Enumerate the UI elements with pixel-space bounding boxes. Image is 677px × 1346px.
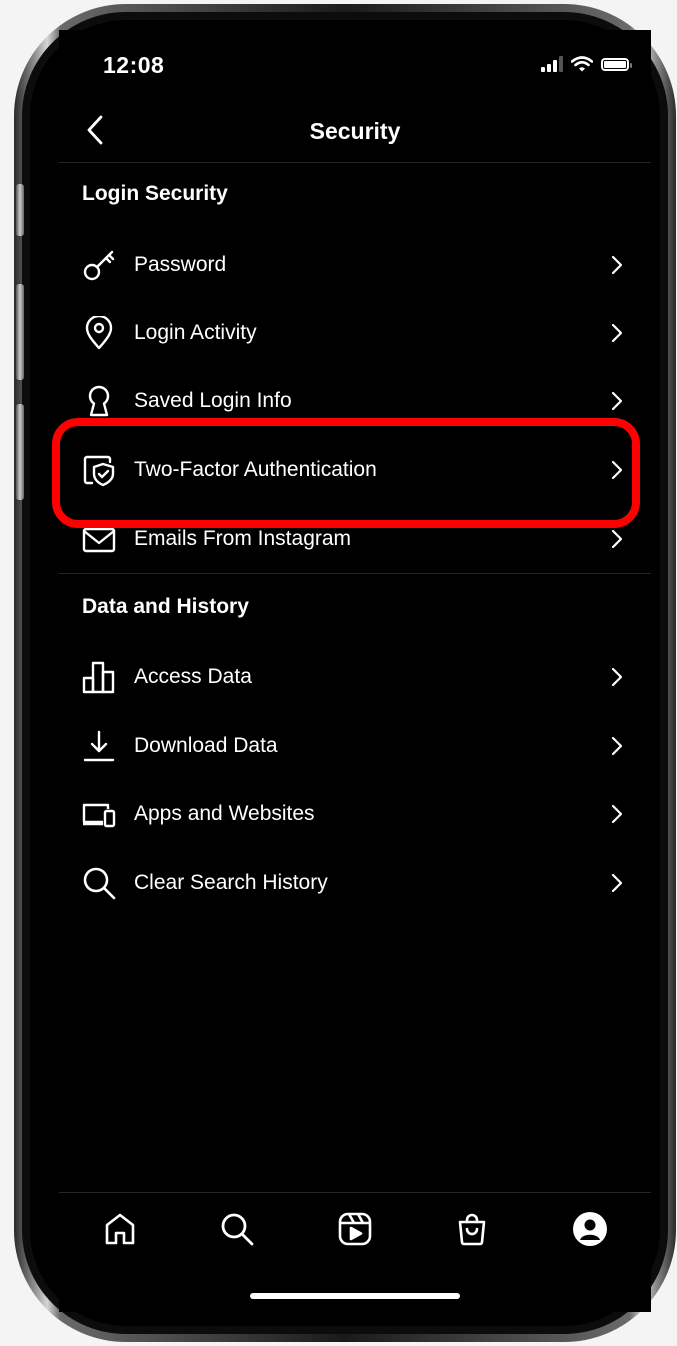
bottom-tab-bar — [59, 1192, 651, 1312]
location-pin-icon — [81, 315, 117, 351]
chevron-right-icon — [611, 255, 623, 275]
menu-item-label: Apps and Websites — [134, 802, 315, 825]
tab-reels[interactable] — [335, 1209, 375, 1249]
menu-item-label: Emails From Instagram — [134, 527, 352, 550]
profile-icon — [573, 1212, 607, 1246]
menu-item-clear-search-history[interactable]: Clear Search History — [59, 850, 651, 916]
page-title: Security — [309, 118, 401, 144]
download-icon — [81, 728, 117, 764]
bar-chart-icon — [81, 659, 117, 695]
highlight-box — [52, 418, 640, 528]
mute-switch — [16, 184, 24, 236]
search-icon — [81, 865, 117, 901]
menu-item-label: Clear Search History — [134, 871, 328, 894]
battery-icon — [601, 57, 632, 71]
tab-search[interactable] — [217, 1209, 257, 1249]
reels-icon — [338, 1212, 372, 1246]
home-icon — [105, 1213, 135, 1245]
nav-header: Security — [59, 102, 651, 163]
chevron-right-icon — [611, 804, 623, 824]
menu-item-label: Access Data — [134, 665, 252, 688]
section-title-data-and-history: Data and History — [82, 595, 249, 618]
status-icons — [541, 56, 632, 72]
menu-item-apps-and-websites[interactable]: Apps and Websites — [59, 781, 651, 847]
chevron-right-icon — [611, 873, 623, 893]
home-indicator — [250, 1293, 460, 1299]
tab-home[interactable] — [100, 1209, 140, 1249]
wifi-icon — [571, 56, 593, 72]
chevron-right-icon — [611, 391, 623, 411]
chevron-right-icon — [611, 529, 623, 549]
cellular-signal-icon — [541, 56, 563, 72]
screen: 12:08 Security Login Security Password L… — [59, 30, 651, 1312]
menu-item-access-data[interactable]: Access Data — [59, 644, 651, 710]
chevron-right-icon — [611, 667, 623, 687]
tab-shop[interactable] — [452, 1209, 492, 1249]
shopping-bag-icon — [458, 1213, 486, 1246]
menu-item-download-data[interactable]: Download Data — [59, 713, 651, 779]
tab-profile[interactable] — [570, 1209, 610, 1249]
chevron-right-icon — [611, 736, 623, 756]
menu-item-label: Login Activity — [134, 321, 257, 344]
menu-item-login-activity[interactable]: Login Activity — [59, 300, 651, 366]
search-icon — [221, 1213, 254, 1246]
menu-item-label: Password — [134, 253, 227, 276]
key-icon — [81, 247, 117, 283]
status-time: 12:08 — [103, 52, 165, 78]
section-title-login-security: Login Security — [82, 182, 228, 205]
menu-item-label: Saved Login Info — [134, 389, 292, 412]
volume-down-button — [16, 404, 24, 500]
devices-icon — [81, 796, 117, 832]
section-divider — [59, 573, 651, 574]
keyhole-icon — [81, 383, 117, 419]
volume-up-button — [16, 284, 24, 380]
chevron-right-icon — [611, 323, 623, 343]
menu-item-password[interactable]: Password — [59, 232, 651, 298]
menu-item-label: Download Data — [134, 734, 278, 757]
